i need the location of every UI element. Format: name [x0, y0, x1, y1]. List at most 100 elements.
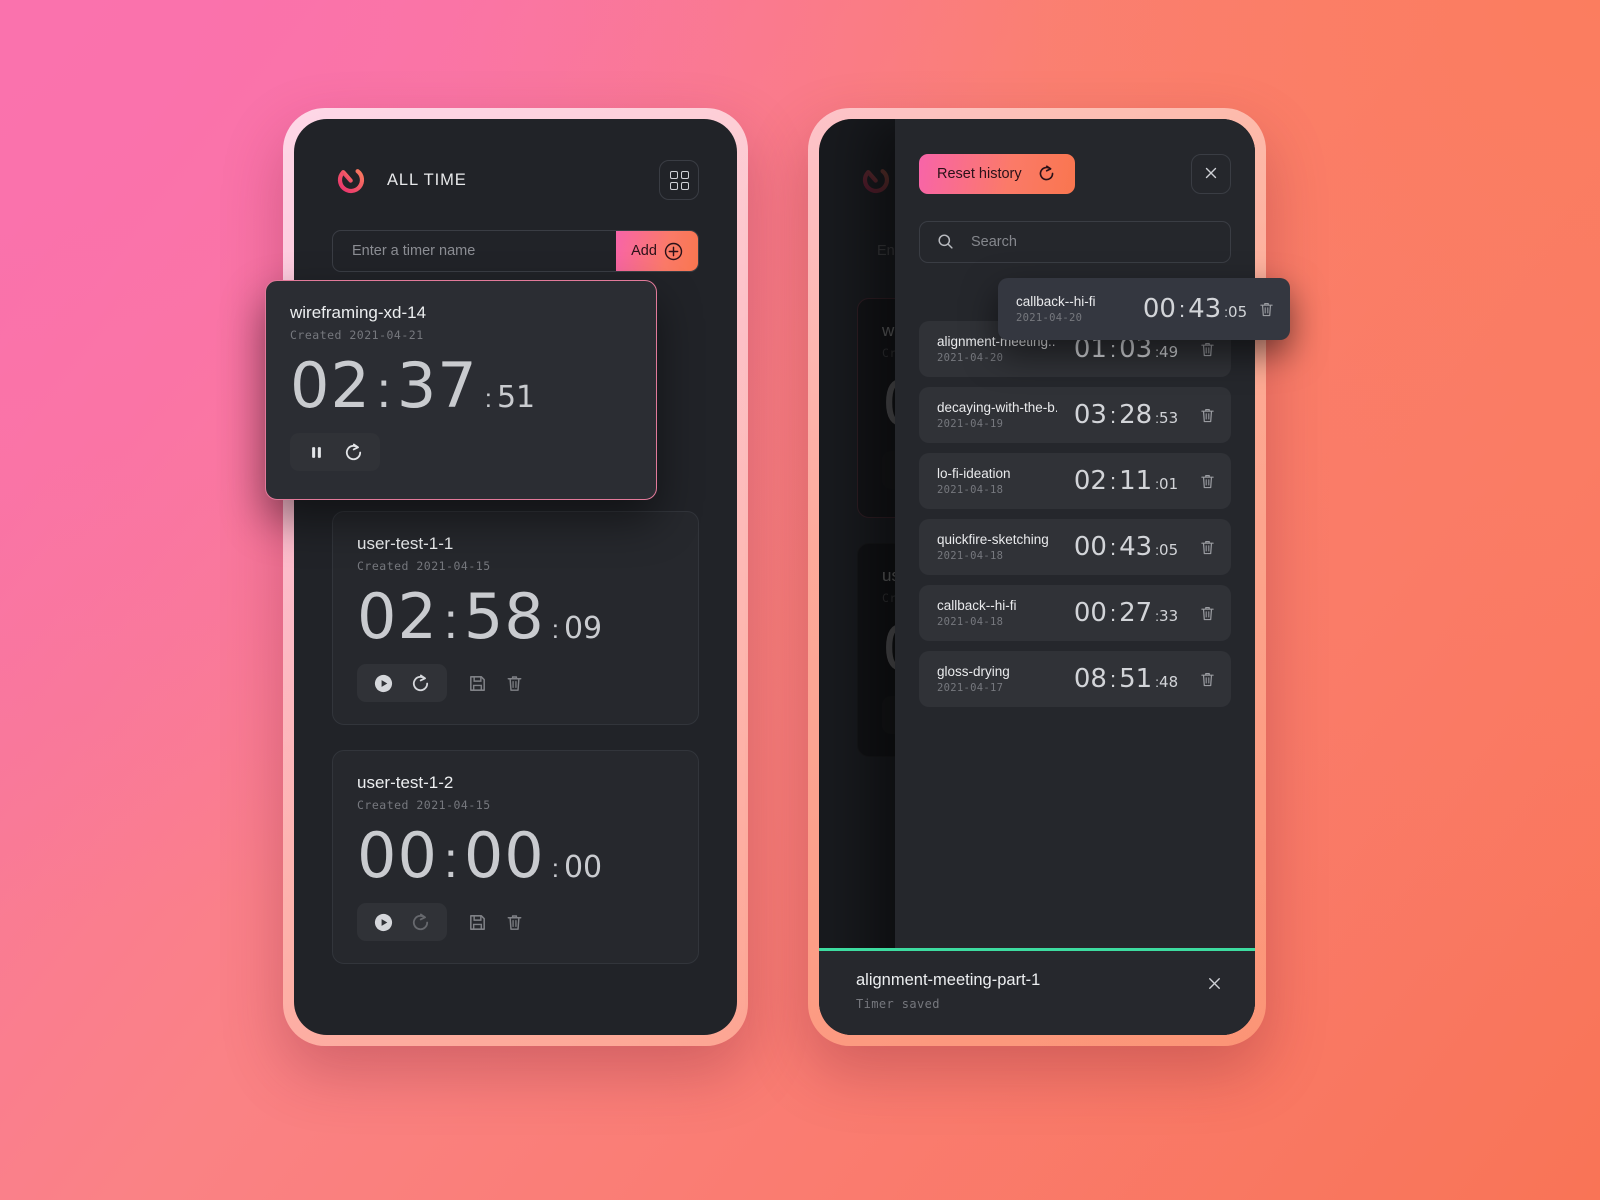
- delete-icon[interactable]: [1195, 670, 1217, 689]
- clock-separator-small: :: [484, 383, 492, 413]
- drawer-header: Reset history: [919, 153, 1231, 195]
- history-row-texts: callback--hi-fi 2021-04-20: [1016, 294, 1136, 324]
- delete-icon[interactable]: [1195, 340, 1217, 359]
- clock-separator: :: [1178, 297, 1186, 322]
- history-entry-date: 2021-04-18: [937, 550, 1004, 562]
- pause-icon[interactable]: [306, 442, 327, 463]
- search-icon: [936, 232, 957, 253]
- history-minutes: 08: [1073, 664, 1107, 694]
- history-row[interactable]: lo-fi-ideation 2021-04-18 02 : 11 : 01: [919, 453, 1231, 509]
- reset-history-button[interactable]: Reset history: [919, 154, 1075, 194]
- close-icon: [1204, 974, 1225, 995]
- history-row-texts: callback--hi-fi 2021-04-18: [937, 598, 1057, 628]
- history-entry-date: 2021-04-19: [937, 418, 1004, 430]
- history-drawer: Reset history Search alignment-meeting..…: [895, 119, 1255, 1035]
- reset-icon[interactable]: [343, 442, 364, 463]
- timer-seconds: 58: [463, 580, 545, 653]
- timer-minutes: 02: [357, 580, 438, 653]
- toast-close-button[interactable]: [1204, 974, 1225, 995]
- timer-controls: [357, 903, 674, 941]
- page-title: ALL TIME: [387, 170, 467, 189]
- toast-notification: alignment-meeting-part-1 Timer saved: [819, 948, 1255, 1035]
- history-row[interactable]: decaying-with-the-b.. 2021-04-19 03 : 28…: [919, 387, 1231, 443]
- timer-hundredths: 09: [563, 611, 603, 646]
- clock-separator: :: [1109, 601, 1117, 626]
- timer-name: user-test-1-2: [357, 773, 454, 792]
- reset-history-label: Reset history: [937, 166, 1022, 182]
- phone-frame-left: ALL TIME Add: [265, 108, 748, 1046]
- timer-card-selected[interactable]: wireframing-xd-14 Created 2021-04-21 02 …: [265, 280, 657, 500]
- history-row[interactable]: callback--hi-fi 2021-04-18 00 : 27 : 33: [919, 585, 1231, 641]
- timer-app-left: ALL TIME Add: [294, 119, 737, 1035]
- reset-icon: [1036, 164, 1057, 185]
- delete-icon[interactable]: [1195, 472, 1217, 491]
- history-search[interactable]: [919, 221, 1231, 263]
- clock-separator: :: [1109, 337, 1117, 362]
- close-drawer-button[interactable]: [1191, 154, 1231, 194]
- delete-icon[interactable]: [504, 673, 525, 694]
- history-minutes: 00: [1142, 294, 1176, 324]
- history-hundredths: 05: [1228, 303, 1248, 321]
- history-list: alignment-meeting.. 2021-04-20 01 : 03 :…: [919, 321, 1231, 707]
- clock-separator: :: [1109, 667, 1117, 692]
- play-icon[interactable]: [373, 912, 394, 933]
- history-row-dragging[interactable]: callback--hi-fi 2021-04-20 00 : 43 : 05: [998, 278, 1290, 340]
- delete-icon[interactable]: [1195, 406, 1217, 425]
- history-hundredths: 05: [1159, 541, 1179, 559]
- history-entry-clock: 08 : 51 : 48: [1057, 666, 1195, 692]
- history-hundredths: 01: [1159, 475, 1179, 493]
- timer-clock: 00 : 00 : 00: [357, 825, 674, 887]
- history-hundredths: 49: [1159, 343, 1179, 361]
- history-seconds: 51: [1119, 664, 1153, 694]
- save-icon[interactable]: [467, 673, 488, 694]
- phone-frame-right: ALL TIME wireframing-xd-14 Created 2021-…: [808, 108, 1290, 1046]
- history-minutes: 00: [1073, 598, 1107, 628]
- reset-icon[interactable]: [410, 673, 431, 694]
- timer-hundredths: 51: [496, 380, 536, 415]
- history-entry-clock: 00 : 27 : 33: [1057, 600, 1195, 626]
- history-row[interactable]: gloss-drying 2021-04-17 08 : 51 : 48: [919, 651, 1231, 707]
- delete-icon[interactable]: [1195, 604, 1217, 623]
- history-row[interactable]: quickfire-sketching 2021-04-18 00 : 43 :…: [919, 519, 1231, 575]
- history-entry-date: 2021-04-20: [1016, 312, 1083, 324]
- timer-created-date: Created 2021-04-15: [357, 798, 491, 812]
- timer-created-date: Created 2021-04-15: [357, 559, 491, 573]
- history-seconds: 43: [1119, 532, 1153, 562]
- add-timer-row: Add: [332, 230, 699, 272]
- save-icon[interactable]: [467, 912, 488, 933]
- clock-separator: :: [443, 593, 458, 649]
- delete-icon[interactable]: [1254, 300, 1276, 319]
- play-icon[interactable]: [373, 673, 394, 694]
- add-timer-button[interactable]: Add: [616, 231, 698, 271]
- history-entry-date: 2021-04-17: [937, 682, 1004, 694]
- history-row-texts: gloss-drying 2021-04-17: [937, 664, 1057, 694]
- timer-card[interactable]: user-test-1-1 Created 2021-04-15 02 : 58…: [332, 511, 699, 725]
- primary-controls: [290, 433, 380, 471]
- timer-name-input[interactable]: [333, 231, 616, 271]
- secondary-controls: [447, 664, 541, 702]
- timer-name: wireframing-xd-14: [290, 303, 427, 322]
- history-entry-name: lo-fi-ideation: [937, 466, 1011, 481]
- grid-view-button[interactable]: [659, 160, 699, 200]
- delete-icon[interactable]: [1195, 538, 1217, 557]
- primary-controls: [357, 903, 447, 941]
- history-seconds: 43: [1188, 294, 1222, 324]
- history-entry-date: 2021-04-18: [937, 484, 1004, 496]
- clock-separator: :: [376, 362, 391, 418]
- phone-screen-left: ALL TIME Add: [294, 119, 737, 1035]
- history-minutes: 02: [1073, 466, 1107, 496]
- timer-hundredths: 00: [563, 850, 603, 885]
- clock-separator: :: [1109, 535, 1117, 560]
- timer-card[interactable]: user-test-1-2 Created 2021-04-15 00 : 00…: [332, 750, 699, 964]
- close-icon: [1201, 164, 1222, 185]
- history-seconds: 27: [1119, 598, 1153, 628]
- delete-icon[interactable]: [504, 912, 525, 933]
- toast-title: alignment-meeting-part-1: [856, 971, 1041, 989]
- timer-clock: 02 : 37 : 51: [290, 355, 632, 417]
- timer-minutes: 02: [290, 349, 371, 422]
- search-input[interactable]: [971, 234, 1214, 250]
- grid-view-icon: [669, 170, 689, 190]
- plus-circle-icon: [664, 242, 683, 261]
- phone-screen-right: ALL TIME wireframing-xd-14 Created 2021-…: [819, 119, 1255, 1035]
- timer-controls: [357, 664, 674, 702]
